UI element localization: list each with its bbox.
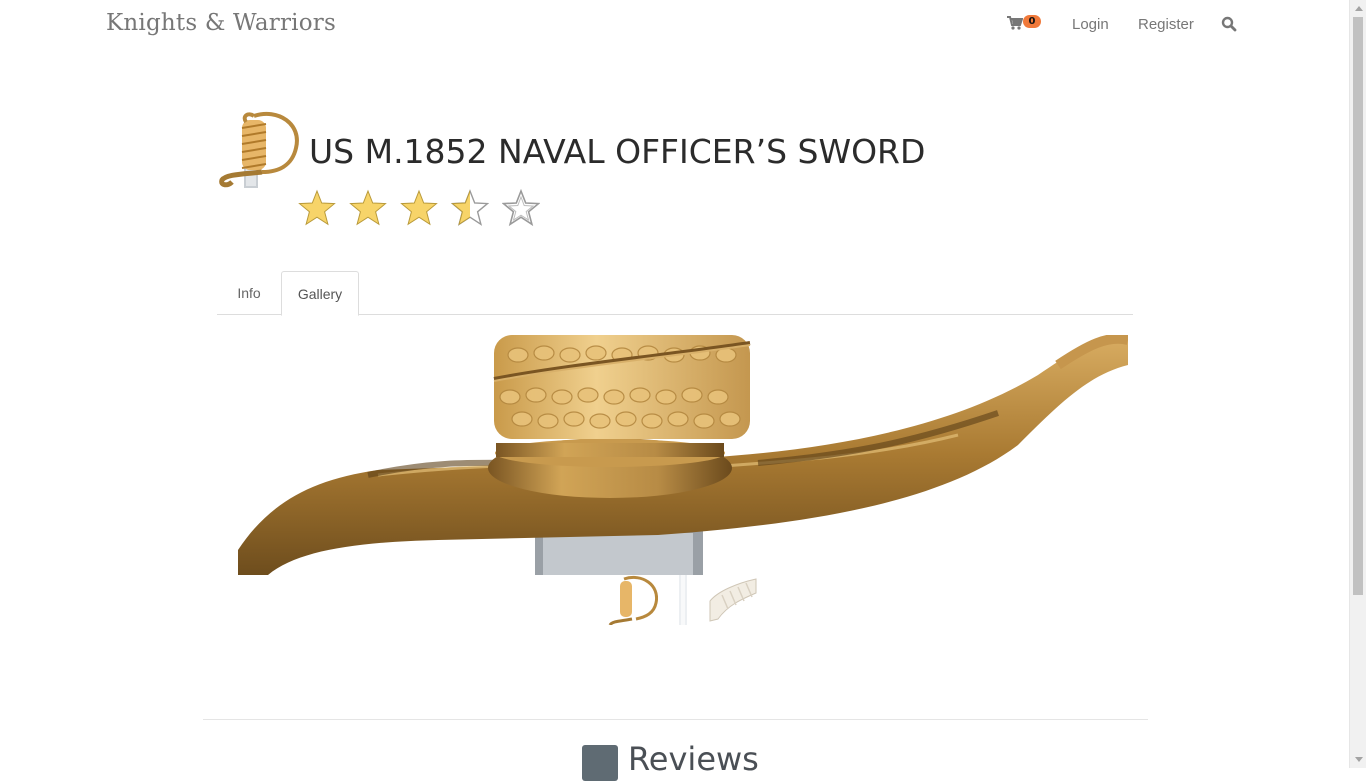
star-icon xyxy=(400,189,438,226)
star-empty-icon xyxy=(502,189,540,227)
search-icon[interactable] xyxy=(1221,16,1237,32)
star-half-icon xyxy=(451,189,489,226)
gallery-thumbnails xyxy=(608,575,760,625)
cart-icon xyxy=(1007,16,1023,30)
scroll-up-button[interactable] xyxy=(1350,0,1366,17)
gallery-thumbnail[interactable] xyxy=(608,575,658,625)
star-icon xyxy=(349,189,387,226)
scroll-down-button[interactable] xyxy=(1350,751,1366,768)
product-thumbnail-image xyxy=(219,112,299,188)
star-icon xyxy=(298,189,336,226)
gallery-main-image[interactable] xyxy=(238,335,1128,575)
tab-info[interactable]: Info xyxy=(217,271,281,315)
gallery-thumbnail[interactable] xyxy=(708,575,758,625)
cart-button[interactable]: 0 xyxy=(1007,15,1047,35)
product-title: US M.1852 NAVAL OFFICER’S SWORD xyxy=(309,132,926,171)
brand-link[interactable]: Knights & Warriors xyxy=(106,10,336,36)
reviews-title: Reviews xyxy=(628,740,759,778)
product-tabs: Info Gallery xyxy=(217,271,1133,316)
vertical-scrollbar[interactable] xyxy=(1349,0,1366,768)
scrollbar-thumb[interactable] xyxy=(1353,17,1363,595)
register-link[interactable]: Register xyxy=(1138,16,1194,33)
comment-icon xyxy=(582,745,618,781)
login-link[interactable]: Login xyxy=(1072,16,1109,33)
cart-count-badge: 0 xyxy=(1023,15,1041,28)
section-divider xyxy=(203,719,1148,720)
gallery-thumbnail[interactable] xyxy=(658,575,708,625)
tab-gallery[interactable]: Gallery xyxy=(281,271,359,316)
